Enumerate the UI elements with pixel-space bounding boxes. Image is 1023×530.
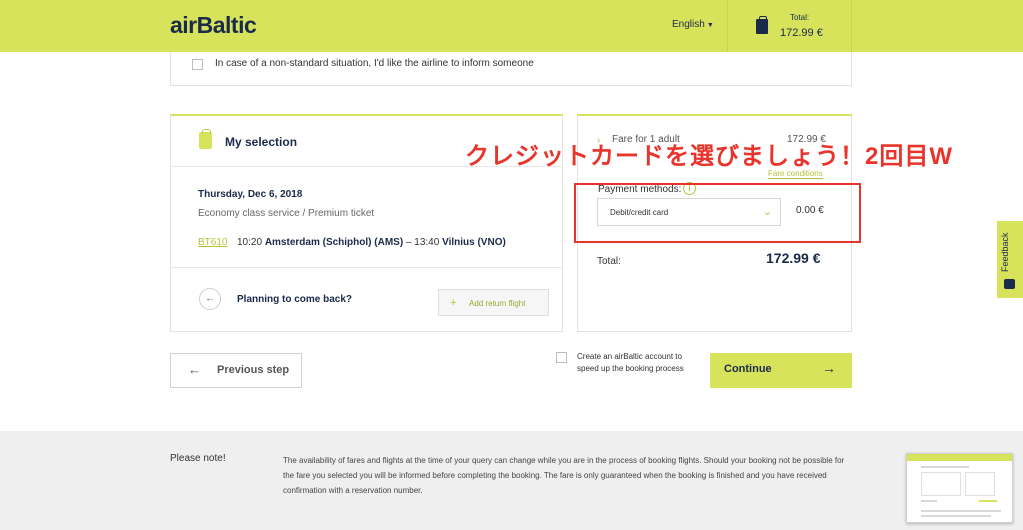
header-bar: airBaltic English ▼ Total: 172.99 €	[0, 0, 1023, 52]
footer-note: Please note! The availability of fares a…	[0, 431, 1023, 530]
flight-number-link[interactable]: BT610	[198, 237, 227, 248]
flight-route: 10:20 Amsterdam (Schiphol) (AMS) – 13:40…	[237, 237, 506, 248]
add-return-flight-button[interactable]: + Add return flight	[438, 289, 549, 316]
language-label: English	[672, 19, 705, 30]
arrow-right-icon: →	[822, 360, 836, 376]
cart-total-value: 172.99 €	[780, 27, 823, 39]
route-separator: –	[405, 237, 412, 248]
return-question: Planning to come back?	[237, 294, 353, 305]
cart-summary[interactable]: Total: 172.99 €	[727, 0, 852, 52]
create-account-checkbox[interactable]	[556, 352, 567, 363]
language-selector[interactable]: English ▼	[672, 19, 714, 30]
create-account-label: Create an airBaltic account to speed up …	[577, 352, 684, 373]
previous-step-button[interactable]: ← Previous step	[170, 353, 302, 388]
feedback-tab[interactable]: Feedback	[997, 221, 1023, 298]
annotation-text: クレジットカードを選びましょう！2回目W	[465, 143, 953, 170]
screenshot-thumbnail[interactable]	[906, 453, 1013, 523]
thumbnail-line	[921, 466, 969, 468]
cart-bag-icon	[756, 16, 768, 34]
plus-icon: +	[450, 297, 457, 309]
cart-total-label: Total:	[790, 13, 810, 22]
arrival-airport: Vilnius (VNO)	[442, 237, 506, 248]
previous-step-label: Previous step	[217, 364, 290, 376]
annotation-highlight-box	[574, 183, 861, 243]
please-note-title: Please note!	[170, 453, 226, 464]
feedback-icon	[1004, 279, 1015, 289]
continue-button[interactable]: Continue →	[710, 353, 852, 388]
thumbnail-header	[907, 454, 1012, 461]
arrow-left-icon: ←	[188, 362, 201, 377]
my-selection-title: My selection	[225, 135, 298, 149]
thumbnail-panel	[921, 472, 961, 496]
service-class: Economy class service / Premium ticket	[198, 208, 375, 219]
total-value: 172.99 €	[766, 250, 821, 266]
airbaltic-logo[interactable]: airBaltic	[170, 12, 257, 39]
return-arrow-icon: ←	[199, 288, 221, 310]
divider	[171, 267, 562, 268]
caret-down-icon: ▼	[706, 22, 714, 29]
continue-label: Continue	[724, 363, 772, 375]
thumbnail-panel	[965, 472, 995, 496]
inform-someone-checkbox[interactable]	[192, 59, 203, 70]
add-return-flight-label: Add return flight	[469, 299, 526, 308]
departure-airport: Amsterdam (Schiphol) (AMS)	[264, 237, 404, 248]
thumbnail-line	[921, 500, 937, 502]
please-note-text: The availability of fares and flights at…	[283, 456, 845, 495]
total-label: Total:	[597, 256, 621, 267]
inform-someone-row: In case of a non-standard situation, I'd…	[170, 52, 852, 86]
departure-time: 10:20	[237, 237, 263, 248]
flight-date: Thursday, Dec 6, 2018	[198, 189, 303, 200]
inform-someone-label: In case of a non-standard situation, I'd…	[215, 58, 534, 69]
arrival-time: 13:40	[414, 237, 440, 248]
thumbnail-line	[979, 500, 997, 502]
feedback-label: Feedback	[1000, 232, 1010, 272]
thumbnail-line	[921, 510, 1001, 512]
bag-icon	[199, 129, 212, 149]
thumbnail-line	[921, 515, 991, 517]
